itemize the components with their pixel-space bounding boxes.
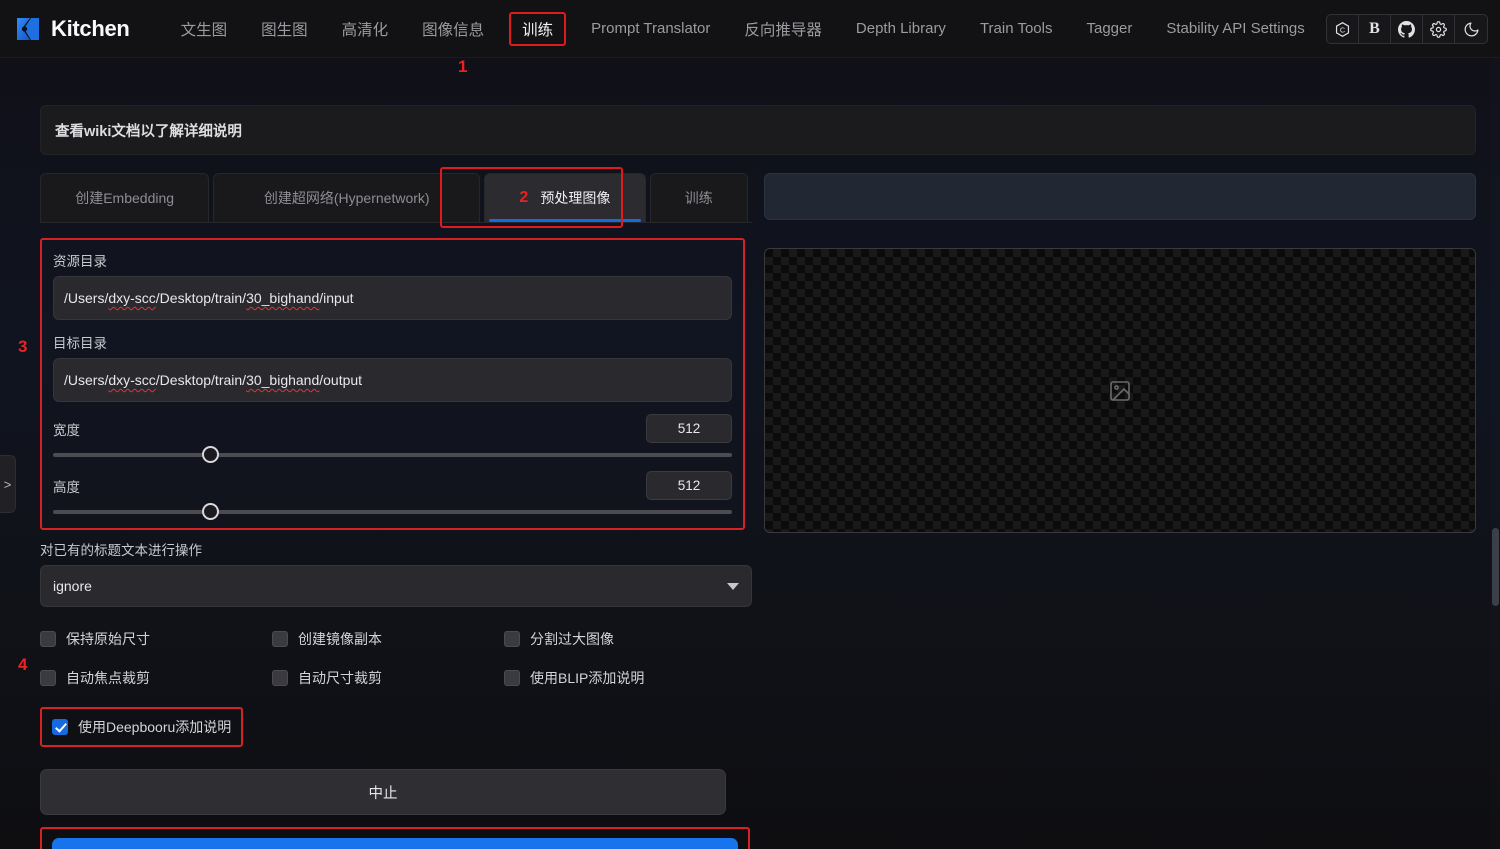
nav-items: 文生图 图生图 高清化 图像信息 训练 Prompt Translator 反向… — [164, 0, 1483, 57]
checkbox-label: 保持原始尺寸 — [66, 629, 150, 649]
hexagon-c-icon[interactable]: C — [1327, 15, 1359, 43]
nav-item-wenshengtu[interactable]: 文生图 — [172, 13, 237, 45]
tab-create-hypernetwork[interactable]: 创建超网络(Hypernetwork) — [213, 173, 480, 222]
left-column: 创建Embedding 创建超网络(Hypernetwork) 2 预处理图像 … — [40, 173, 752, 849]
chevron-down-icon — [727, 583, 739, 590]
nav-item-tushengtu[interactable]: 图生图 — [252, 13, 317, 45]
page-inner: 查看wiki文档以了解详细说明 — [40, 105, 1476, 155]
directory-size-group: 资源目录 /Users/dxy-scc/Desktop/train/30_big… — [40, 238, 745, 530]
tab-preprocess-images-label: 预处理图像 — [540, 188, 610, 208]
checkbox-box[interactable] — [40, 631, 56, 647]
wiki-notice-text: 查看wiki文档以了解详细说明 — [55, 120, 242, 141]
gear-icon[interactable] — [1423, 15, 1455, 43]
checkbox-box-checked[interactable] — [52, 719, 68, 735]
tab-train[interactable]: 训练 — [650, 173, 748, 222]
checkbox-box[interactable] — [504, 631, 520, 647]
width-slider-thumb[interactable] — [202, 446, 219, 463]
right-column — [764, 173, 1476, 533]
dest-dir-label: 目标目录 — [53, 332, 732, 352]
checkbox-keep-original-size[interactable]: 保持原始尺寸 — [40, 629, 272, 649]
tab-create-embedding[interactable]: 创建Embedding — [40, 173, 209, 222]
source-dir-value: /Users/dxy-scc/Desktop/train/30_bighand/… — [64, 290, 354, 306]
checkbox-use-blip-caption[interactable]: 使用BLIP添加说明 — [504, 668, 736, 688]
checkbox-label: 自动尺寸裁剪 — [298, 668, 382, 688]
width-slider-row: 宽度 512 — [53, 414, 732, 443]
run-button-highlight: 5 预处理图像 — [40, 827, 750, 849]
checkbox-create-flipped-copies[interactable]: 创建镜像副本 — [272, 629, 504, 649]
checkbox-split-oversized[interactable]: 分割过大图像 — [504, 629, 736, 649]
checkbox-box[interactable] — [504, 670, 520, 686]
nav-item-image-info[interactable]: 图像信息 — [413, 13, 493, 45]
checkbox-label: 创建镜像副本 — [298, 629, 382, 649]
checkbox-auto-focal-crop[interactable]: 自动焦点裁剪 — [40, 668, 272, 688]
tab-preprocess-images[interactable]: 2 预处理图像 — [484, 173, 645, 222]
navbar-icon-group: C B — [1326, 14, 1488, 44]
checkbox-label: 使用Deepbooru添加说明 — [78, 717, 231, 737]
kitchen-logo-icon — [14, 15, 42, 43]
deepbooru-checkbox-highlight: 使用Deepbooru添加说明 — [40, 707, 243, 747]
existing-caption-select[interactable]: ignore — [40, 565, 752, 607]
page-scrollbar-thumb[interactable] — [1492, 528, 1499, 606]
checkbox-use-deepbooru-caption[interactable]: 使用Deepbooru添加说明 — [52, 717, 231, 737]
image-preview-panel[interactable] — [764, 248, 1476, 533]
height-value[interactable]: 512 — [646, 471, 732, 500]
dest-dir-input[interactable]: /Users/dxy-scc/Desktop/train/30_bighand/… — [53, 358, 732, 402]
width-slider[interactable] — [53, 453, 732, 457]
left-panel-expand-handle[interactable]: > — [0, 455, 16, 513]
bold-b-glyph: B — [1369, 20, 1380, 38]
stop-button[interactable]: 中止 — [40, 769, 726, 815]
height-label: 高度 — [53, 476, 80, 496]
nav-item-train-tools[interactable]: Train Tools — [971, 15, 1062, 42]
checkbox-box[interactable] — [272, 631, 288, 647]
nav-item-interrogator[interactable]: 反向推导器 — [735, 13, 831, 45]
image-placeholder-icon — [1108, 379, 1132, 403]
nav-item-train[interactable]: 训练 — [509, 12, 566, 46]
existing-caption-block: 对已有的标题文本进行操作 ignore — [40, 539, 752, 607]
width-label: 宽度 — [53, 419, 80, 439]
option-checkbox-grid: 保持原始尺寸 创建镜像副本 分割过大图像 自动焦点裁剪 自动尺寸裁剪 — [40, 629, 752, 688]
annotation-number-1: 1 — [458, 57, 467, 77]
height-slider-thumb[interactable] — [202, 503, 219, 520]
existing-caption-label: 对已有的标题文本进行操作 — [40, 539, 752, 559]
annotation-number-4: 4 — [18, 655, 27, 675]
wiki-notice-bar[interactable]: 查看wiki文档以了解详细说明 — [40, 105, 1476, 155]
page-body: 查看wiki文档以了解详细说明 创建Embedding 创建超网络(Hypern… — [0, 58, 1500, 849]
width-value[interactable]: 512 — [646, 414, 732, 443]
nav-item-tagger[interactable]: Tagger — [1077, 15, 1141, 42]
annotation-number-3: 3 — [18, 337, 27, 357]
height-slider[interactable] — [53, 510, 732, 514]
checkbox-label: 分割过大图像 — [530, 629, 614, 649]
page-scrollbar-track[interactable] — [1491, 58, 1500, 849]
checkbox-label: 自动焦点裁剪 — [66, 668, 150, 688]
bold-b-icon[interactable]: B — [1359, 15, 1391, 43]
github-icon[interactable] — [1391, 15, 1423, 43]
tab-strip: 创建Embedding 创建超网络(Hypernetwork) 2 预处理图像 … — [40, 173, 752, 223]
checkbox-label: 使用BLIP添加说明 — [530, 668, 644, 688]
top-navbar: Kitchen 文生图 图生图 高清化 图像信息 训练 Prompt Trans… — [0, 0, 1500, 58]
existing-caption-value: ignore — [53, 578, 92, 594]
nav-item-gaoqinghua[interactable]: 高清化 — [333, 13, 398, 45]
height-slider-row: 高度 512 — [53, 471, 732, 500]
preprocess-button[interactable]: 5 预处理图像 — [52, 838, 738, 849]
dest-dir-value: /Users/dxy-scc/Desktop/train/30_bighand/… — [64, 372, 362, 388]
svg-text:C: C — [1340, 25, 1345, 34]
checkbox-auto-size-crop[interactable]: 自动尺寸裁剪 — [272, 668, 504, 688]
brand[interactable]: Kitchen — [14, 15, 130, 43]
annotation-number-2: 2 — [519, 189, 528, 207]
nav-item-stability-api-settings[interactable]: Stability API Settings — [1157, 15, 1313, 42]
nav-item-prompt-translator[interactable]: Prompt Translator — [582, 15, 719, 42]
nav-item-depth-library[interactable]: Depth Library — [847, 15, 955, 42]
checkbox-box[interactable] — [272, 670, 288, 686]
checkbox-box[interactable] — [40, 670, 56, 686]
source-dir-label: 资源目录 — [53, 250, 732, 270]
source-dir-input[interactable]: /Users/dxy-scc/Desktop/train/30_bighand/… — [53, 276, 732, 320]
moon-theme-icon[interactable] — [1455, 15, 1487, 43]
output-status-bar — [764, 173, 1476, 220]
brand-name: Kitchen — [51, 16, 130, 42]
